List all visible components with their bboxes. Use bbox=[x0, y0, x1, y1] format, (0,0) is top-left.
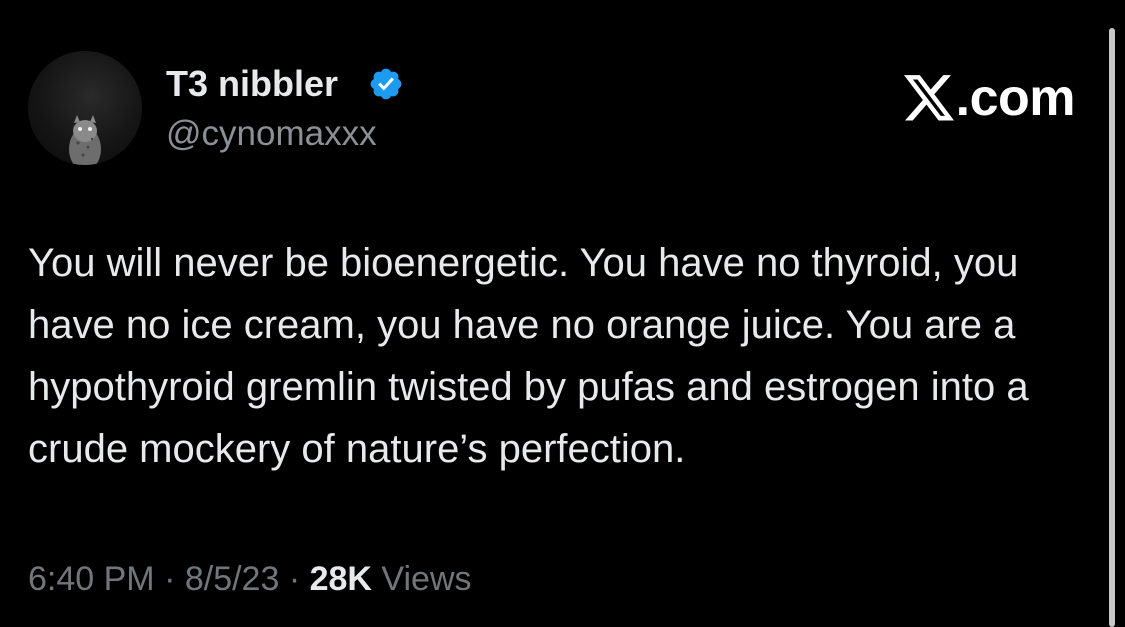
tweet-date[interactable]: 8/5/23 bbox=[185, 560, 280, 598]
scrollbar[interactable] bbox=[1109, 28, 1115, 627]
snow-leopard-avatar-icon bbox=[69, 115, 101, 165]
tweet-text: You will never be bioenergetic. You have… bbox=[28, 241, 1029, 471]
tweet-meta: 6:40 PM · 8/5/23 · 28K Views bbox=[28, 557, 472, 601]
display-name[interactable]: T3 nibbler bbox=[166, 62, 338, 106]
views-label: Views bbox=[371, 560, 472, 598]
x-com-watermark: .com bbox=[903, 68, 1076, 128]
brand-text: .com bbox=[955, 69, 1076, 127]
user-handle[interactable]: @cynomaxxx bbox=[166, 114, 377, 154]
x-logo-icon bbox=[903, 75, 954, 121]
views-count[interactable]: 28K bbox=[310, 560, 372, 598]
avatar[interactable] bbox=[28, 51, 142, 165]
verified-badge-icon bbox=[370, 68, 402, 100]
meta-separator: · bbox=[279, 560, 310, 598]
tweet-time[interactable]: 6:40 PM bbox=[28, 560, 155, 598]
meta-separator: · bbox=[154, 560, 185, 598]
